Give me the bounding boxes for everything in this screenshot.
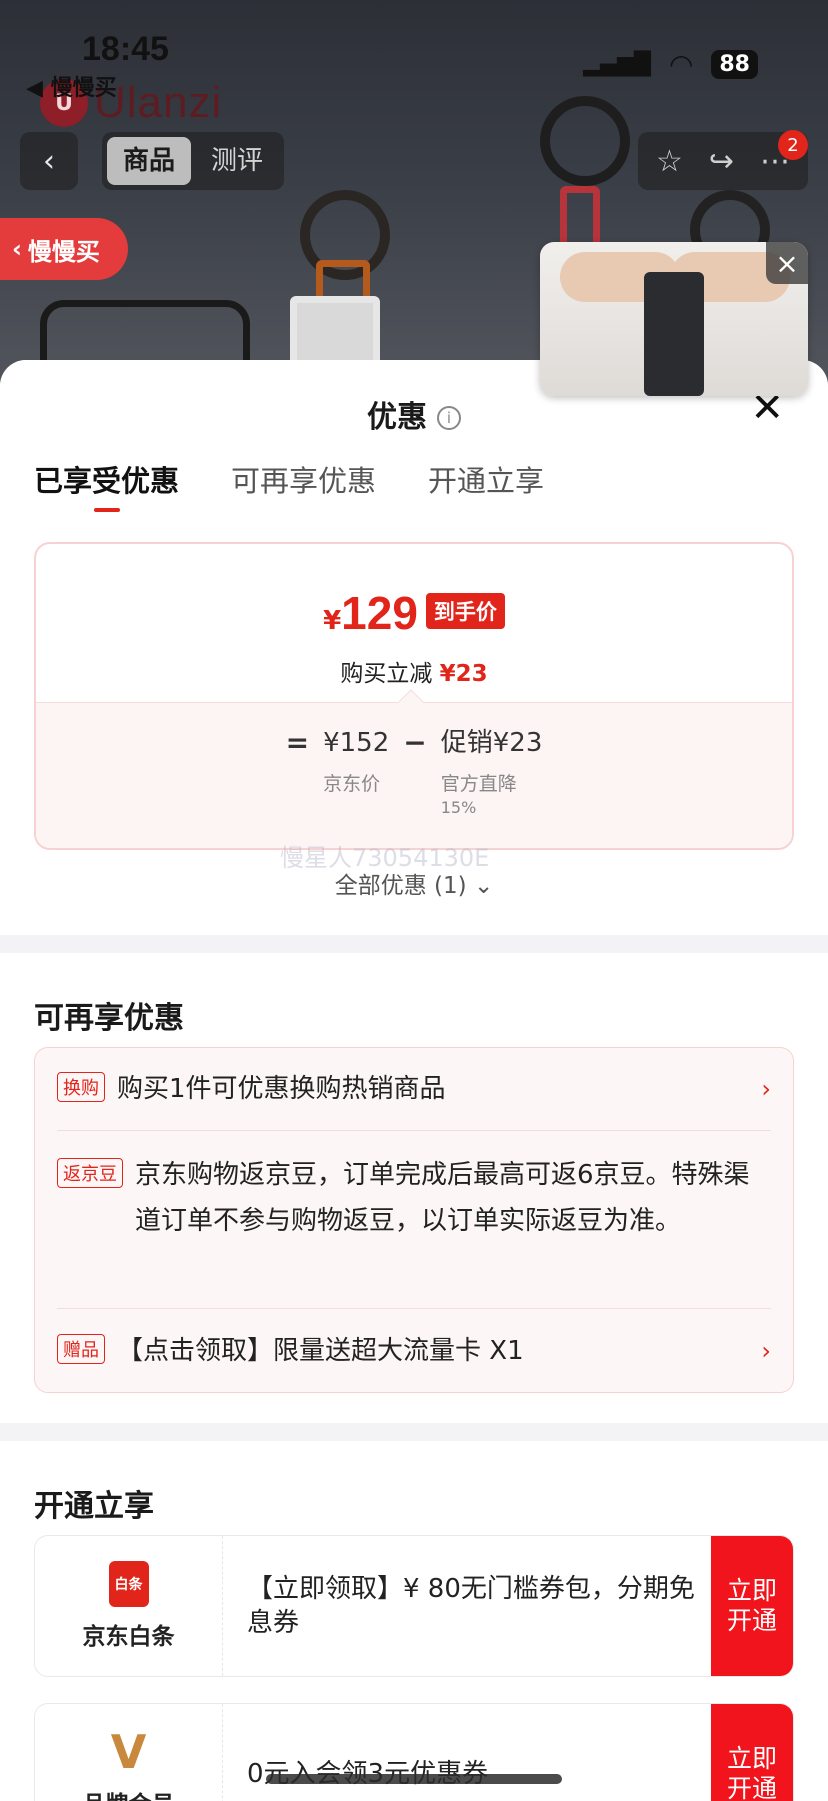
membership-icon: V xyxy=(110,1725,147,1779)
deal-text: 【点击领取】限量送超大流量卡 X1 xyxy=(117,1336,524,1366)
price-formula: = ¥152 京东价 − 促销¥23 官方直降 15% xyxy=(36,725,792,817)
open-now-button[interactable]: 立即开通 xyxy=(711,1536,793,1676)
divider xyxy=(57,1130,771,1131)
back-button[interactable]: ‹ xyxy=(20,132,78,190)
deal-text: 京东购物返京豆，订单完成后最高可返6京豆。特殊渠道订单不参与购物返豆，以订单实际… xyxy=(135,1160,750,1236)
chevron-left-icon: ‹ xyxy=(43,143,55,179)
open-card-brand: V 品牌会员 xyxy=(35,1704,223,1801)
more-deals-title: 可再享优惠 xyxy=(34,1001,184,1036)
share-icon[interactable]: ↪ xyxy=(709,144,734,179)
open-now-section: 开通立享 白条 京东白条 【立即领取】¥ 80无门槛券包，分期免息券 立即开通 … xyxy=(0,1441,828,1801)
sheet-title-text: 优惠 xyxy=(367,400,427,435)
price-formula-area: = ¥152 京东价 − 促销¥23 官方直降 15% xyxy=(36,689,792,848)
chevron-right-icon: › xyxy=(761,1337,771,1365)
baitiao-icon: 白条 xyxy=(108,1561,149,1607)
final-price: ¥129 到手价 xyxy=(36,586,792,640)
open-card-baitiao: 白条 京东白条 【立即领取】¥ 80无门槛券包，分期免息券 立即开通 xyxy=(34,1535,794,1677)
jd-price: ¥152 xyxy=(323,728,390,758)
currency-symbol: ¥ xyxy=(323,606,342,636)
equals-sign: = xyxy=(285,726,310,759)
divider xyxy=(57,1308,771,1309)
promo-column: 促销¥23 官方直降 15% xyxy=(441,725,543,817)
reduction-amount: ¥23 xyxy=(439,661,488,687)
open-card-text: 【立即领取】¥ 80无门槛券包，分期免息券 xyxy=(247,1574,695,1638)
deal-text: 购买1件可优惠换购热销商品 xyxy=(117,1074,446,1104)
open-now-title: 开通立享 xyxy=(34,1489,154,1524)
open-card-membership: V 品牌会员 0元入会领3元优惠券 立即开通 xyxy=(34,1703,794,1801)
tab-review[interactable]: 测评 xyxy=(195,137,279,185)
status-back-app[interactable]: ◀ 慢慢买 xyxy=(26,70,117,102)
discount-sheet: 优惠 i ✕ 已享受优惠 可再享优惠 开通立享 ¥129 到手价 购买立减 ¥23 xyxy=(0,360,828,1801)
signal-icon: ▂▄▆█ xyxy=(583,52,651,77)
wifi-icon: ◠ xyxy=(668,48,694,81)
deal-tag: 换购 xyxy=(57,1072,105,1102)
jd-price-column: ¥152 京东价 xyxy=(323,725,389,796)
deal-item-exchange[interactable]: 换购 购买1件可优惠换购热销商品 › xyxy=(57,1066,771,1112)
minus-sign: − xyxy=(403,726,427,759)
instant-reduction: 购买立减 ¥23 xyxy=(36,654,792,688)
all-deals-toggle[interactable]: 全部优惠 (1) ⌄ xyxy=(0,866,828,900)
star-icon[interactable]: ☆ xyxy=(656,144,683,179)
open-now-button[interactable]: 立即开通 xyxy=(711,1704,793,1801)
reduction-label: 购买立减 xyxy=(340,661,433,687)
open-card-text: 0元入会领3元优惠券 xyxy=(223,1704,711,1801)
tab-open-now[interactable]: 开通立享 xyxy=(428,458,544,512)
video-product xyxy=(644,272,704,396)
final-price-amount: 129 xyxy=(341,587,418,639)
open-card-name: 京东白条 xyxy=(82,1624,175,1650)
chevron-left-icon: ‹ xyxy=(12,235,22,263)
chevron-right-icon: › xyxy=(761,1075,771,1103)
sheet-title: 优惠 i xyxy=(0,392,828,436)
status-icons: ▂▄▆█ ◠ 88 xyxy=(583,48,758,81)
notification-badge: 2 xyxy=(778,130,808,160)
deal-tag: 赠品 xyxy=(57,1334,105,1364)
battery-icon: 88 xyxy=(711,50,758,79)
promo-label: 官方直降 xyxy=(440,773,517,795)
jd-price-label: 京东价 xyxy=(323,773,381,795)
product-tab-switch: 商品 测评 xyxy=(102,132,285,190)
open-card-brand: 白条 京东白条 xyxy=(35,1536,223,1676)
final-price-badge: 到手价 xyxy=(425,593,505,629)
floating-video-player[interactable]: × xyxy=(540,242,808,396)
deal-item-gift[interactable]: 赠品 【点击领取】限量送超大流量卡 X1 › xyxy=(57,1328,771,1374)
status-time: 18:45 xyxy=(82,30,169,68)
tab-enjoyed[interactable]: 已享受优惠 xyxy=(34,458,179,512)
discount-tabs: 已享受优惠 可再享优惠 开通立享 xyxy=(34,458,544,512)
close-icon: × xyxy=(775,246,799,280)
home-indicator[interactable] xyxy=(266,1774,562,1784)
final-price-area: ¥129 到手价 购买立减 ¥23 xyxy=(36,544,792,702)
tab-product[interactable]: 商品 xyxy=(107,137,192,185)
promo-amount: 促销¥23 xyxy=(440,728,543,758)
price-breakdown-card: ¥129 到手价 购买立减 ¥23 = ¥152 京东价 − 促销¥23 官方直… xyxy=(34,542,794,850)
slow-buy-button[interactable]: ‹ 慢慢买 xyxy=(0,218,128,280)
more-deals-section: 可再享优惠 换购 购买1件可优惠换购热销商品 › 返京豆 京东购物返京豆，订单完… xyxy=(0,953,828,1423)
close-video-button[interactable]: × xyxy=(766,242,808,284)
deal-item-jingdou: 返京豆 京东购物返京豆，订单完成后最高可返6京豆。特殊渠道订单不参与购物返豆，以… xyxy=(57,1152,771,1244)
tab-more-deals[interactable]: 可再享优惠 xyxy=(231,458,376,512)
slow-buy-label: 慢慢买 xyxy=(27,237,100,266)
info-icon[interactable]: i xyxy=(437,406,461,430)
promo-percent: 15% xyxy=(440,798,477,817)
product-ring-decoration xyxy=(540,96,630,186)
deal-tag: 返京豆 xyxy=(57,1158,123,1188)
open-card-name: 品牌会员 xyxy=(83,1785,175,1801)
more-deals-box: 换购 购买1件可优惠换购热销商品 › 返京豆 京东购物返京豆，订单完成后最高可返… xyxy=(34,1047,794,1393)
enjoyed-discount-section: 优惠 i ✕ 已享受优惠 可再享优惠 开通立享 ¥129 到手价 购买立减 ¥23 xyxy=(0,360,828,935)
